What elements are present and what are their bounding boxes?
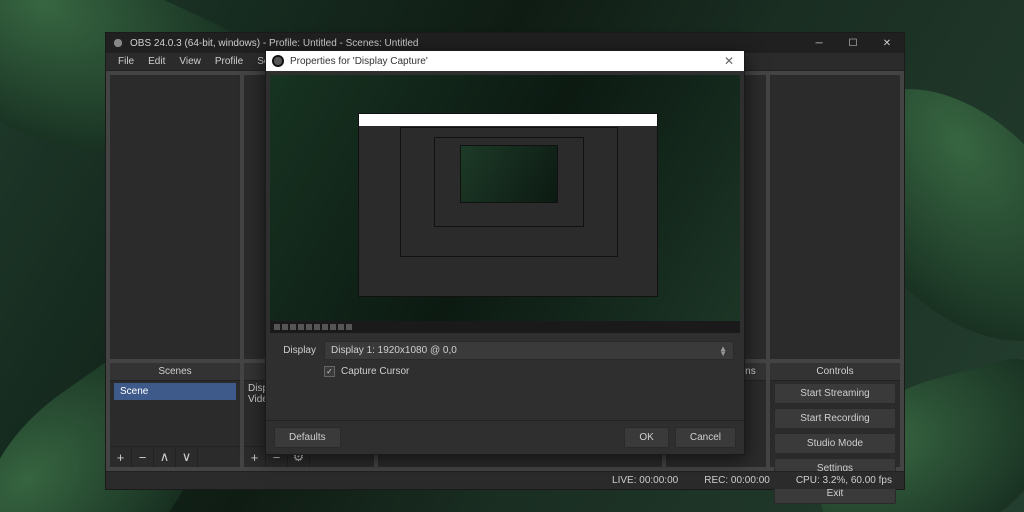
minimize-button[interactable]: ─ (802, 33, 836, 53)
controls-panel: Controls Start Streaming Start Recording… (770, 363, 900, 467)
dialog-close-button[interactable]: ✕ (714, 54, 744, 68)
start-recording-button[interactable]: Start Recording (774, 408, 896, 429)
maximize-button[interactable]: ☐ (836, 33, 870, 53)
scene-up-button[interactable]: ∧ (154, 447, 176, 467)
start-streaming-button[interactable]: Start Streaming (774, 383, 896, 404)
scene-list-item[interactable]: Scene (114, 383, 236, 400)
scene-down-button[interactable]: ∨ (176, 447, 198, 467)
display-select-value: Display 1: 1920x1080 @ 0,0 (331, 345, 457, 356)
preview-blank-left (110, 75, 240, 359)
scenes-panel: Scenes Scene + − ∧ ∨ (110, 363, 240, 467)
dialog-title: Properties for 'Display Capture' (290, 56, 428, 67)
capture-cursor-label: Capture Cursor (341, 366, 409, 377)
dialog-titlebar[interactable]: Properties for 'Display Capture' ✕ (266, 51, 744, 71)
status-live: LIVE: 00:00:00 (612, 475, 678, 486)
remove-scene-button[interactable]: − (132, 447, 154, 467)
display-select[interactable]: Display 1: 1920x1080 @ 0,0 ▲▼ (324, 341, 734, 360)
scenes-header: Scenes (110, 363, 240, 381)
menu-file[interactable]: File (112, 54, 140, 69)
status-bar: LIVE: 00:00:00 REC: 00:00:00 CPU: 3.2%, … (106, 471, 904, 489)
window-title: OBS 24.0.3 (64-bit, windows) - Profile: … (130, 38, 418, 49)
menu-edit[interactable]: Edit (142, 54, 171, 69)
capture-cursor-checkbox[interactable]: ✓ (324, 366, 335, 377)
status-rec: REC: 00:00:00 (704, 475, 770, 486)
add-source-button[interactable]: + (244, 447, 266, 467)
obs-logo-icon (272, 55, 284, 67)
display-label: Display (276, 345, 316, 356)
controls-header: Controls (770, 363, 900, 381)
chevron-updown-icon: ▲▼ (719, 346, 727, 356)
ok-button[interactable]: OK (624, 427, 668, 448)
menu-view[interactable]: View (173, 54, 207, 69)
properties-dialog: Properties for 'Display Capture' ✕ Displ… (265, 50, 745, 455)
status-cpu: CPU: 3.2%, 60.00 fps (796, 475, 892, 486)
add-scene-button[interactable]: + (110, 447, 132, 467)
preview-blank-right (770, 75, 900, 359)
obs-logo-icon (112, 37, 124, 49)
close-button[interactable]: ✕ (870, 33, 904, 53)
menu-profile[interactable]: Profile (209, 54, 249, 69)
studio-mode-button[interactable]: Studio Mode (774, 433, 896, 454)
dialog-source-preview (270, 75, 740, 333)
defaults-button[interactable]: Defaults (274, 427, 341, 448)
cancel-button[interactable]: Cancel (675, 427, 736, 448)
